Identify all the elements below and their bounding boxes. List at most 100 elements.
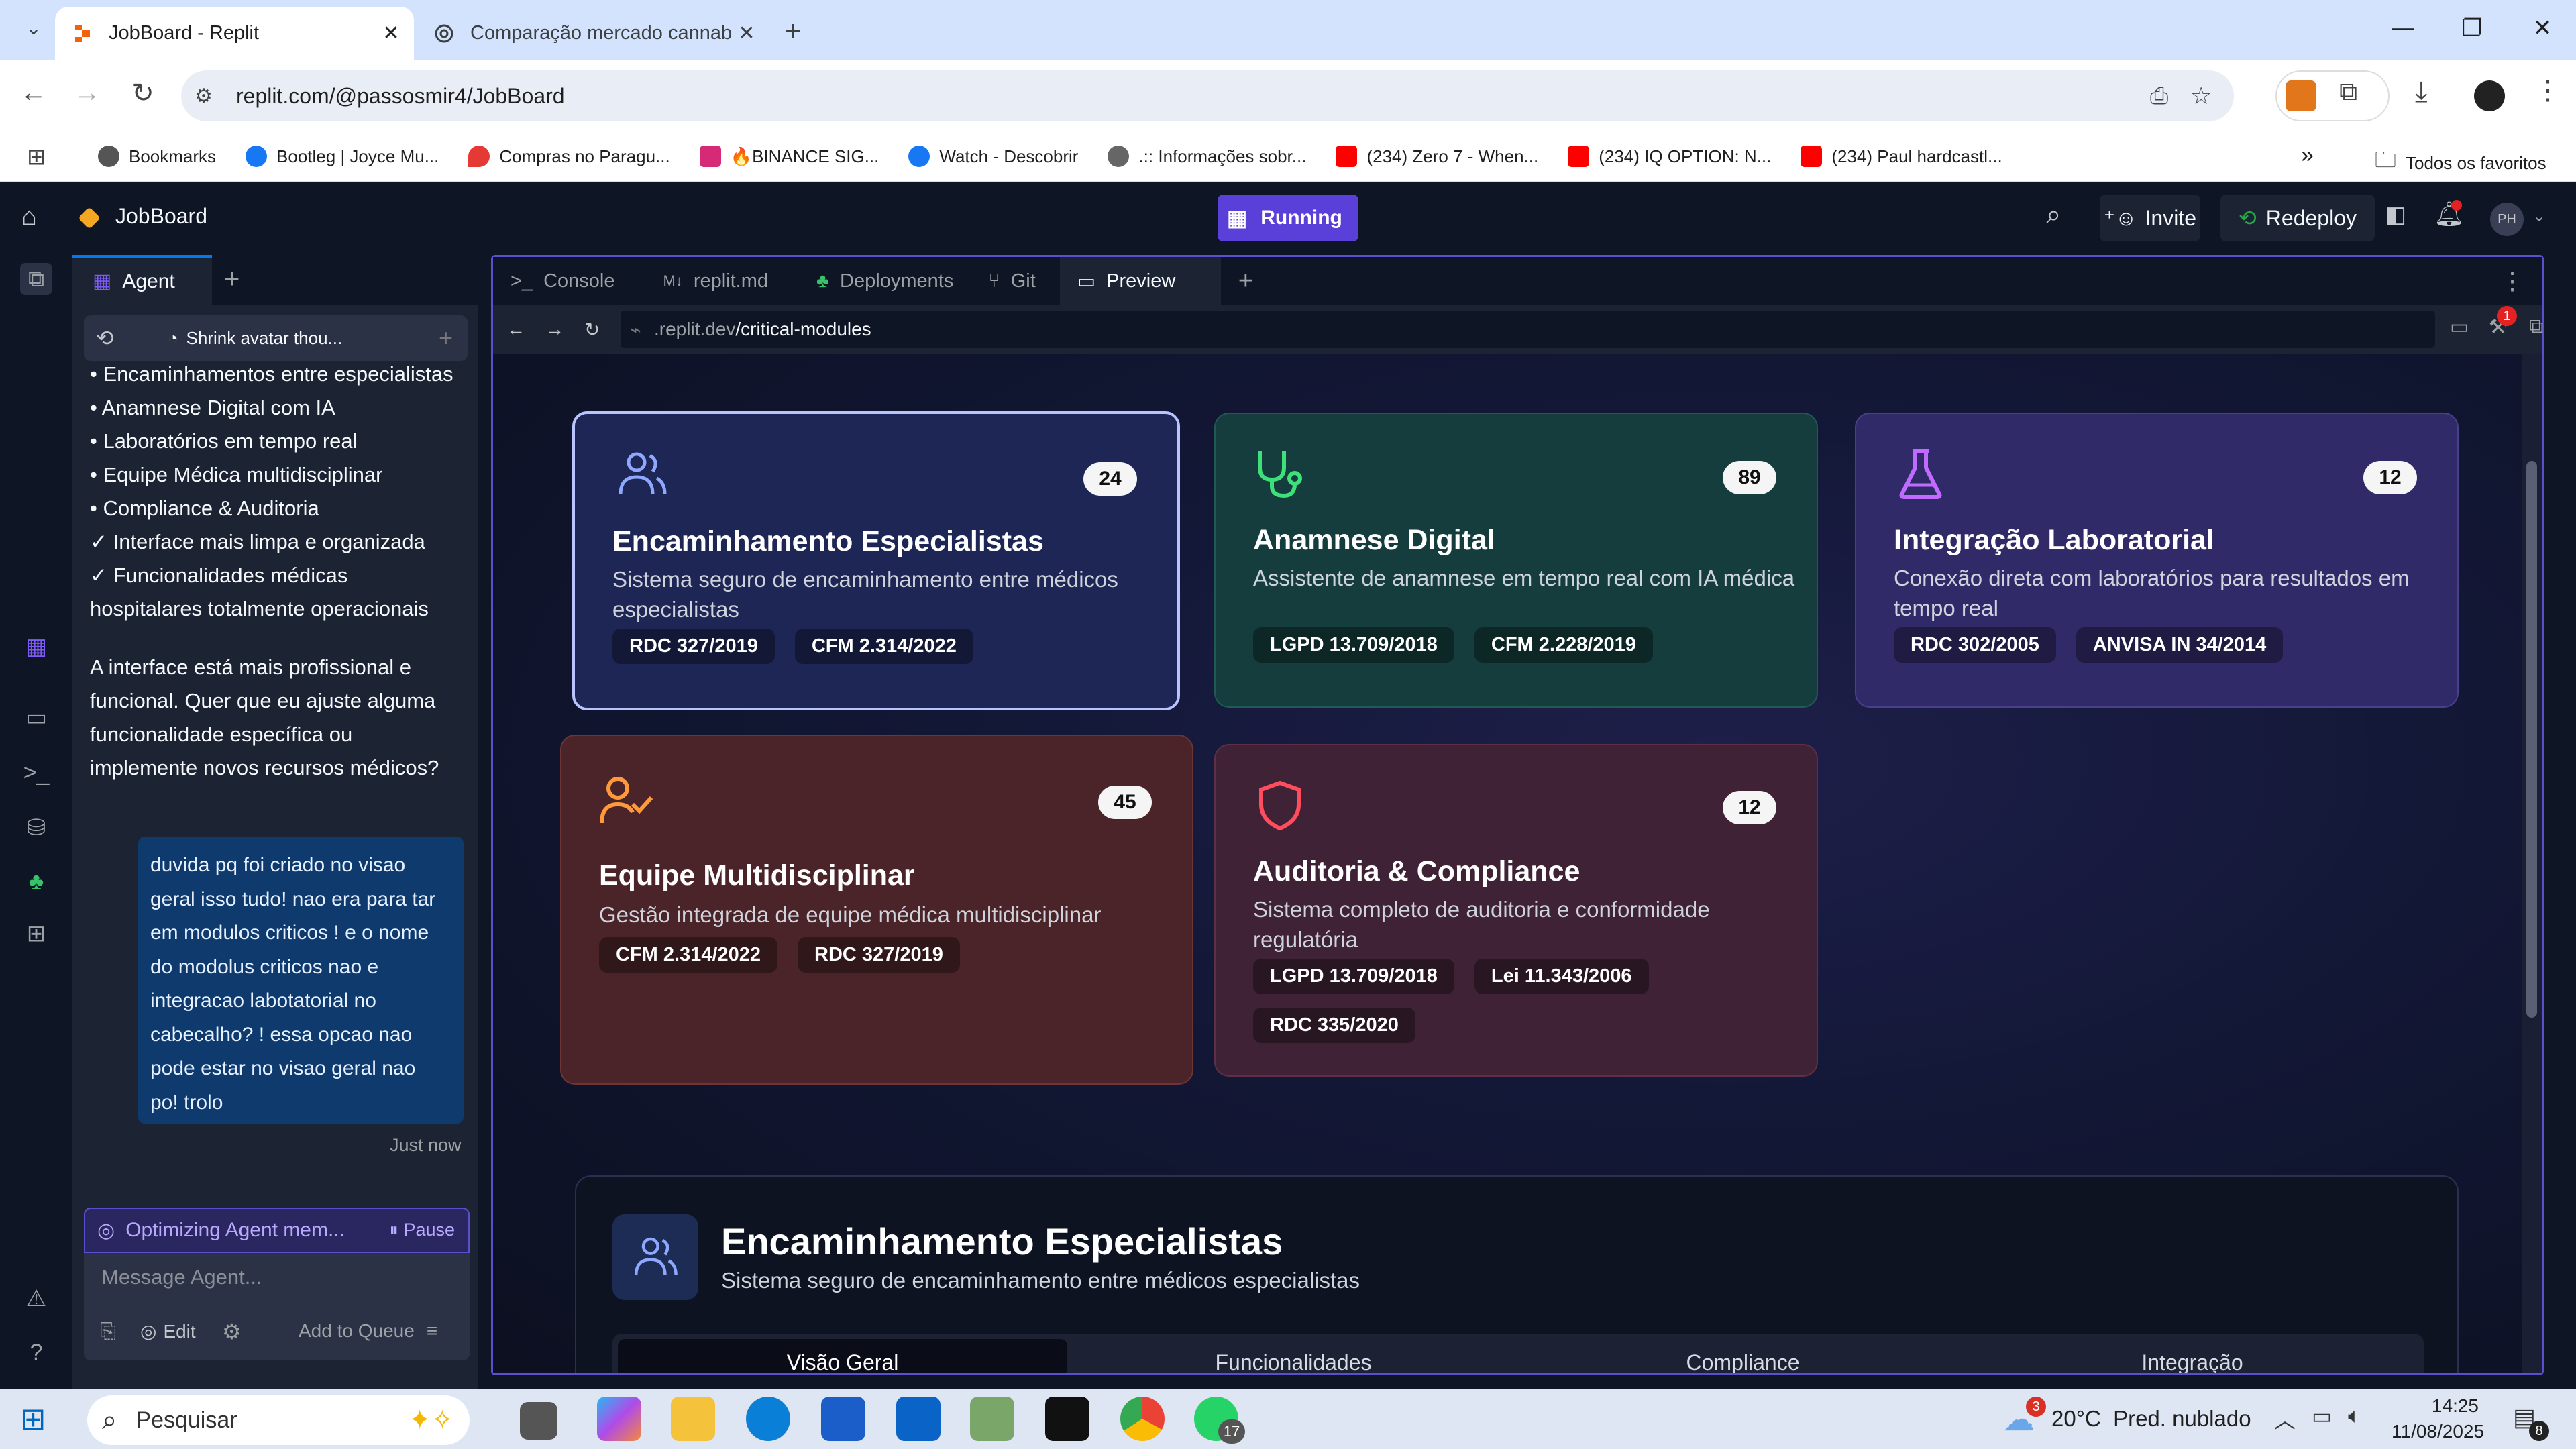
tab-integracao[interactable]: Integração	[1968, 1339, 2417, 1373]
taskbar-search[interactable]: ⌕ Pesquisar ✦✧	[87, 1395, 470, 1445]
tray-chevron-icon[interactable]: ︿	[2274, 1403, 2296, 1434]
clock-time[interactable]: 14:25	[2392, 1395, 2479, 1417]
tab-funcionalidades[interactable]: Funcionalidades	[1069, 1339, 1518, 1373]
run-button[interactable]: ▦ Running	[1218, 195, 1358, 241]
tab-console[interactable]: >_ Console	[493, 257, 632, 305]
metamask-extension-icon[interactable]	[2286, 80, 2316, 111]
add-to-queue-button[interactable]: Add to Queue ≡	[299, 1320, 437, 1342]
close-window-icon[interactable]: ✕	[2522, 15, 2563, 42]
minimize-icon[interactable]: —	[2383, 15, 2423, 41]
pause-button[interactable]: ⏸ Pause	[389, 1220, 455, 1241]
profile-avatar[interactable]	[2474, 80, 2505, 111]
forward-icon[interactable]: →	[67, 78, 107, 108]
new-chat-plus-icon[interactable]: +	[439, 324, 453, 352]
attach-icon[interactable]: ⎘	[100, 1320, 116, 1343]
search-icon[interactable]: ⌕	[2046, 200, 2061, 230]
install-app-icon[interactable]: ⎙	[2150, 83, 2168, 109]
home-icon[interactable]: ⌂	[21, 203, 37, 231]
bookmark-item[interactable]: (234) IQ OPTION: N...	[1568, 146, 1771, 167]
weather-text[interactable]: 20°C Pred. nublado	[2051, 1406, 2251, 1432]
add-tab-plus-icon[interactable]: +	[1221, 257, 1271, 305]
new-tab-plus-icon[interactable]: +	[785, 15, 802, 47]
address-bar[interactable]: ⚙ replit.com/@passosmir4/JobBoard ⎙ ☆	[181, 70, 2234, 121]
volume-icon[interactable]: 🔈︎	[2348, 1403, 2361, 1429]
edge-icon[interactable]	[746, 1397, 790, 1441]
download-icon[interactable]: ⤓	[2415, 75, 2428, 108]
tab-git[interactable]: ⑂ Git	[971, 257, 1053, 305]
help-icon[interactable]: ?	[20, 1336, 52, 1368]
store-icon[interactable]	[821, 1397, 865, 1441]
apps-grid-icon[interactable]: ⊞	[27, 144, 46, 170]
preview-monitor-icon[interactable]: ▭	[20, 702, 52, 734]
chat-title[interactable]: Shrink avatar thou...	[186, 328, 343, 349]
network-icon[interactable]: ▭	[2312, 1403, 2332, 1429]
bookmark-item[interactable]: Bootleg | Joyce Mu...	[246, 146, 439, 167]
files-icon[interactable]: ⧉	[20, 263, 52, 295]
restore-icon[interactable]: ❐	[2452, 15, 2492, 42]
browser-tab-jobboard[interactable]: JobBoard - Replit ✕	[55, 7, 414, 60]
app-triangle-icon[interactable]	[970, 1397, 1014, 1441]
history-icon[interactable]: ⟲	[96, 325, 114, 351]
message-input[interactable]: Message Agent...	[101, 1265, 262, 1289]
user-avatar[interactable]: PH	[2490, 203, 2524, 236]
bookmark-item[interactable]: 🔥BINANCE SIG...	[699, 146, 879, 167]
reload-icon[interactable]: ↻	[123, 78, 163, 109]
task-view-icon[interactable]	[520, 1402, 557, 1440]
preview-scrollbar[interactable]	[2522, 354, 2542, 1373]
tab-preview[interactable]: ▭ Preview	[1059, 257, 1221, 305]
deployments-icon[interactable]: ♣	[20, 865, 52, 898]
tab-replit-md[interactable]: M↓ replit.md	[645, 257, 786, 305]
tab-compliance[interactable]: Compliance	[1518, 1339, 1968, 1373]
pane-menu-icon[interactable]: ⋮	[2483, 257, 2542, 305]
project-name[interactable]: JobBoard	[115, 204, 207, 229]
preview-forward-icon[interactable]: →	[545, 319, 564, 340]
module-card-auditoria[interactable]: 12 Auditoria & Compliance Sistema comple…	[1214, 744, 1818, 1077]
preview-back-icon[interactable]: ←	[506, 319, 525, 340]
invite-button[interactable]: ⁺☺ Invite	[2100, 195, 2200, 241]
site-info-icon[interactable]: ⚙	[195, 85, 213, 108]
module-card-integracao[interactable]: 12 Integração Laboratorial Conexão diret…	[1855, 413, 2459, 708]
browser-tab-comparacao[interactable]: Comparação mercado cannabis ✕	[421, 7, 769, 60]
edit-button[interactable]: ◎ Edit	[140, 1320, 196, 1342]
copilot-app-icon[interactable]	[597, 1397, 641, 1441]
clock-date[interactable]: 11/08/2025	[2392, 1421, 2484, 1442]
module-card-encaminhamento[interactable]: 24 Encaminhamento Especialistas Sistema …	[572, 411, 1180, 710]
agent-icon[interactable]: ▦	[20, 631, 52, 663]
new-pane-tab-icon[interactable]: +	[224, 264, 239, 294]
all-bookmarks-folder[interactable]: 🗀 Todos os favoritos	[2375, 145, 2546, 181]
tab-close-icon[interactable]: ✕	[733, 21, 760, 45]
tab-search-chevron-icon[interactable]: ⌄	[17, 12, 50, 44]
extensions-puzzle-icon[interactable]: ⧉	[2339, 78, 2357, 107]
tab-deployments[interactable]: ♣ Deployments	[799, 257, 971, 305]
preview-url-bar[interactable]: ⌁ .replit.dev/critical-modules	[621, 311, 2435, 348]
tab-close-icon[interactable]: ✕	[378, 21, 405, 45]
database-icon[interactable]: ⛁	[20, 812, 52, 844]
module-card-anamnese[interactable]: 89 Anamnese Digital Assistente de anamne…	[1214, 413, 1818, 708]
windows-start-icon[interactable]: ⊞	[20, 1401, 46, 1437]
chrome-icon[interactable]	[1120, 1397, 1165, 1441]
tab-agent[interactable]: ▦ Agent	[72, 255, 212, 305]
bookmark-item[interactable]: (234) Zero 7 - When...	[1336, 146, 1538, 167]
back-icon[interactable]: ←	[13, 78, 54, 108]
outlook-icon[interactable]	[896, 1397, 941, 1441]
bookmark-star-icon[interactable]: ☆	[2190, 82, 2212, 110]
preview-reload-icon[interactable]: ↻	[584, 319, 600, 341]
console-icon[interactable]: >_	[20, 757, 52, 789]
devices-icon[interactable]: ▭	[2450, 315, 2469, 339]
bookmark-item[interactable]: Compras no Paragu...	[468, 146, 670, 167]
bookmark-item[interactable]: .:: Informações sobr...	[1108, 146, 1306, 167]
bookmark-item[interactable]: Watch - Descobrir	[908, 146, 1078, 167]
bookmark-item[interactable]: Bookmarks	[98, 146, 216, 167]
bookmarks-overflow-button[interactable]: »	[2301, 142, 2314, 168]
open-new-window-icon[interactable]: ⧉	[2529, 315, 2543, 338]
redeploy-button[interactable]: ⟲ Redeploy	[2220, 195, 2375, 241]
module-card-equipe[interactable]: 45 Equipe Multidisciplinar Gestão integr…	[560, 735, 1193, 1085]
file-explorer-icon[interactable]	[671, 1397, 715, 1441]
bookmark-item[interactable]: (234) Paul hardcastl...	[1801, 146, 2002, 167]
browser-menu-icon[interactable]: ⋮	[2534, 75, 2561, 106]
avatar-chevron-icon[interactable]: ⌄	[2532, 207, 2546, 226]
all-tools-grid-icon[interactable]: ⊞	[20, 918, 52, 950]
scrollbar-thumb[interactable]	[2526, 461, 2537, 1018]
tab-visao-geral[interactable]: Visão Geral	[618, 1339, 1067, 1373]
stake-app-icon[interactable]	[1045, 1397, 1089, 1441]
